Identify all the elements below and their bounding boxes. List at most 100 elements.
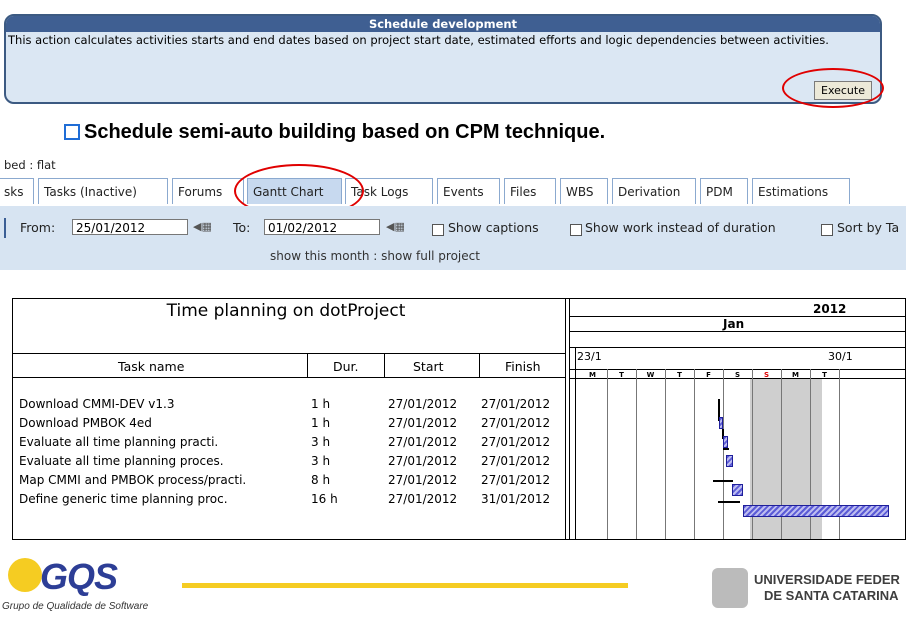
task-finish: 31/01/2012 (481, 492, 551, 506)
col-start: Start (413, 359, 444, 374)
tab-wbs[interactable]: WBS (560, 178, 608, 204)
bar-edge (4, 218, 6, 238)
show-work-label: Show work instead of duration (585, 220, 776, 235)
checkbox-bullet-icon (64, 124, 80, 140)
task-dur: 1 h (311, 397, 331, 411)
slide-heading: Schedule semi-auto building based on CPM… (84, 121, 606, 143)
day-gridline (636, 369, 637, 539)
tab-derivation[interactable]: Derivation (612, 178, 696, 204)
tab-gantt-chart[interactable]: Gantt Chart (247, 178, 342, 204)
column-divider (307, 353, 308, 377)
task-finish: 27/01/2012 (481, 454, 551, 468)
day-label: T (677, 371, 682, 379)
task-bar (719, 417, 723, 429)
ufsc-line2: DE SANTA CATARINA (764, 588, 899, 603)
column-divider (479, 353, 480, 377)
task-start: 27/01/2012 (388, 473, 458, 487)
task-dur: 16 h (311, 492, 338, 506)
task-start: 27/01/2012 (388, 397, 458, 411)
task-dur: 3 h (311, 435, 331, 449)
task-dur: 8 h (311, 473, 331, 487)
week-label: 23/1 (577, 350, 602, 363)
chart-border (575, 347, 576, 539)
to-date-input[interactable]: 01/02/2012 (264, 219, 380, 235)
sort-by-checkbox[interactable] (821, 224, 833, 236)
show-captions-checkbox[interactable] (432, 224, 444, 236)
breadcrumb: bed : flat (4, 158, 56, 172)
day-label: F (706, 371, 711, 379)
task-name: Evaluate all time planning proces. (19, 454, 224, 468)
table-border (569, 299, 570, 539)
task-bar (732, 484, 743, 496)
task-finish: 27/01/2012 (481, 473, 551, 487)
ufsc-name: UNIVERSIDADE FEDER DE SANTA CATARINA (754, 572, 900, 604)
column-divider (384, 353, 385, 377)
day-gridline (665, 369, 666, 539)
gantt-title: Time planning on dotProject (166, 301, 406, 321)
footer-divider (182, 583, 628, 588)
tab-forums[interactable]: Forums (172, 178, 244, 204)
tab-tasks-inactive[interactable]: Tasks (Inactive) (38, 178, 168, 204)
col-finish: Finish (505, 359, 541, 374)
tab-estimations[interactable]: Estimations (752, 178, 850, 204)
task-start: 27/01/2012 (388, 454, 458, 468)
task-bar (713, 480, 733, 482)
tab-files[interactable]: Files (504, 178, 556, 204)
show-captions-label: Show captions (448, 220, 539, 235)
from-date-input[interactable]: 25/01/2012 (72, 219, 188, 235)
tab-tasks[interactable]: sks (0, 178, 34, 204)
task-bar (723, 436, 728, 448)
from-label: From: (20, 220, 56, 235)
task-bar (723, 448, 729, 450)
col-task-name: Task name (118, 359, 185, 374)
calendar-icon[interactable]: ◀▦ (193, 220, 212, 233)
week-label: 30/1 (828, 350, 853, 363)
schedule-development-panel: Schedule development This action calcula… (4, 14, 882, 104)
task-bar (726, 455, 733, 467)
day-label: M (792, 371, 799, 379)
row-divider (569, 331, 906, 332)
tab-pdm[interactable]: PDM (700, 178, 748, 204)
calendar-icon[interactable]: ◀▦ (386, 220, 405, 233)
row-divider (569, 369, 906, 370)
task-finish: 27/01/2012 (481, 397, 551, 411)
task-name: Evaluate all time planning practi. (19, 435, 219, 449)
day-gridline (607, 369, 608, 539)
task-bar (718, 501, 740, 503)
task-finish: 27/01/2012 (481, 435, 551, 449)
table-border (565, 299, 566, 539)
ufsc-line1: UNIVERSIDADE FEDER (754, 572, 900, 587)
row-divider (13, 353, 565, 354)
row-divider (569, 347, 906, 348)
day-label: S (734, 371, 741, 379)
show-work-checkbox[interactable] (570, 224, 582, 236)
tab-bar: sks Tasks (Inactive) Forums Gantt Chart … (0, 178, 906, 207)
day-label: M (589, 371, 596, 379)
task-dur: 1 h (311, 416, 331, 430)
tab-events[interactable]: Events (437, 178, 500, 204)
day-label: S (763, 371, 770, 379)
day-label: T (822, 371, 827, 379)
execute-button[interactable]: Execute (814, 81, 872, 100)
show-period-links[interactable]: show this month : show full project (270, 249, 480, 263)
ufsc-crest-icon (712, 568, 748, 608)
tab-task-logs[interactable]: Task Logs (345, 178, 433, 204)
day-gridline (694, 369, 695, 539)
panel-description: This action calculates activities starts… (8, 33, 829, 47)
day-label: T (619, 371, 624, 379)
task-name: Map CMMI and PMBOK process/practi. (19, 473, 247, 487)
task-dur: 3 h (311, 454, 331, 468)
task-start: 27/01/2012 (388, 492, 458, 506)
day-gridline (723, 369, 724, 539)
gqs-logo-icon (8, 558, 42, 592)
month-label: Jan (723, 317, 745, 331)
task-start: 27/01/2012 (388, 416, 458, 430)
to-label: To: (233, 220, 251, 235)
task-name: Define generic time planning proc. (19, 492, 228, 506)
gqs-subtitle: Grupo de Qualidade de Software (2, 601, 149, 612)
task-finish: 27/01/2012 (481, 416, 551, 430)
task-name: Download PMBOK 4ed (19, 416, 152, 430)
task-start: 27/01/2012 (388, 435, 458, 449)
filter-bar: From: 25/01/2012 ◀▦ To: 01/02/2012 ◀▦ Sh… (0, 206, 906, 270)
row-divider (13, 377, 565, 378)
